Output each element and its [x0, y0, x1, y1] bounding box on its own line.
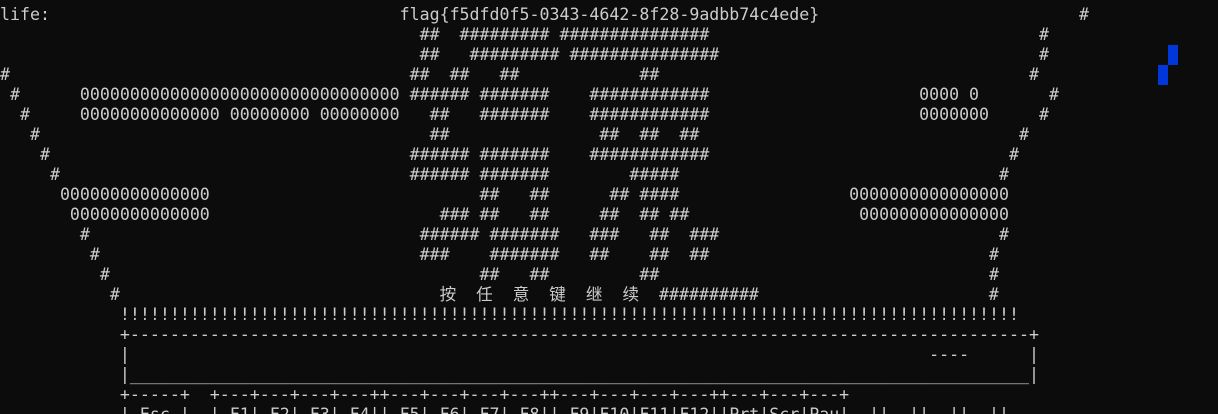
console-line-life-flag: life: flag{f5dfd0f5-0343-4642-8f28-9adbb…	[0, 5, 1089, 24]
console-line-9: # ###### ####### ##### #	[0, 165, 1010, 184]
console-line-4: # ## ## ## ## #	[0, 65, 1039, 84]
console-line-10: 000000000000000 ## ## ## #### 0000000000…	[0, 185, 1010, 204]
console-line-platform: !!!!!!!!!!!!!!!!!!!!!!!!!!!!!!!!!!!!!!!!…	[0, 305, 1020, 324]
console-line-11: 00000000000000 ### ## ## ## ## ## 000000…	[0, 205, 1010, 224]
console-line-keyboard-top: +-----+ +---+---+---+---++---+---+---+--…	[0, 385, 850, 404]
console-line-13: # ### ####### ## ## ## #	[0, 245, 1000, 264]
console-line-3: ## ######### ############### #	[0, 45, 1049, 64]
console-line-14: # ## ## ## #	[0, 265, 1000, 284]
console-line-7: # ## ## ## ## #	[0, 125, 1029, 144]
player-block-upper	[1168, 45, 1178, 65]
console-line-box-mid: | ---- |	[0, 345, 1039, 364]
console-line-8: # ###### ####### ############ #	[0, 145, 1020, 164]
console-line-box-top: +---------------------------------------…	[0, 325, 1039, 344]
console-line-2: ## ######### ############### #	[0, 25, 1049, 44]
player-block-lower	[1158, 65, 1168, 85]
game-console: life: flag{f5dfd0f5-0343-4642-8f28-9adbb…	[0, 0, 1218, 414]
console-line-keyboard-keys: | Esc | | F1| F2| F3| F4|| F5| F6| F7| F…	[0, 405, 1009, 414]
console-line-box-bottom: |_______________________________________…	[0, 365, 1039, 384]
console-line-5: # 00000000000000000000000000000000 #####…	[0, 85, 1059, 104]
console-line-6: # 00000000000000 00000000 00000000 ## ##…	[0, 105, 1049, 124]
console-line-12: # ###### ####### ### ## ### #	[0, 225, 1010, 244]
console-line-press-any-key: # 按 任 意 键 继 续 ########## #	[0, 285, 999, 304]
